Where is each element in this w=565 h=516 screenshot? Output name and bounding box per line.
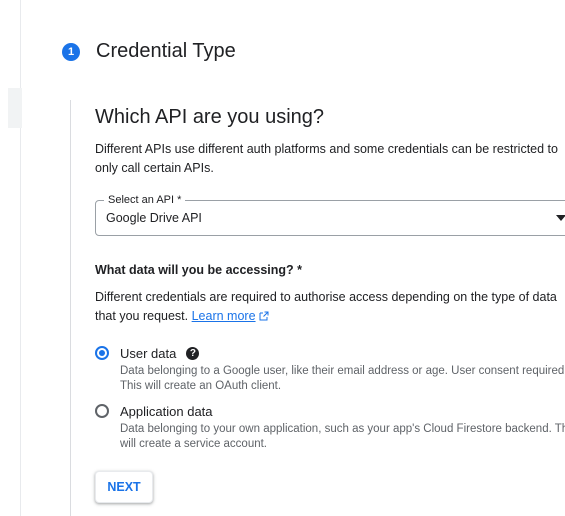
- learn-more-link[interactable]: Learn more: [192, 309, 269, 323]
- application-data-radio[interactable]: [95, 404, 109, 418]
- external-link-icon: [259, 311, 269, 321]
- data-type-radio-group: User data ? Data belonging to a Google u…: [95, 345, 565, 452]
- api-select-label: Select an API *: [104, 193, 186, 207]
- page: 1 Credential Type Which API are you usin…: [0, 0, 565, 516]
- application-data-label-row: Application data: [120, 403, 213, 420]
- step-number-badge: 1: [62, 42, 80, 61]
- left-rail: [0, 0, 22, 516]
- step-content: Which API are you using? Different APIs …: [95, 104, 565, 503]
- user-data-label-row: User data ?: [120, 345, 200, 362]
- application-data-help-text: Data belonging to your own application, …: [120, 423, 565, 450]
- user-data-label: User data: [120, 346, 177, 361]
- application-data-label: Application data: [120, 404, 213, 419]
- data-section-description: Different credentials are required to au…: [95, 288, 565, 326]
- api-section-description: Different APIs use different auth platfo…: [95, 142, 558, 175]
- radio-option-application-data[interactable]: Application data Data belonging to your …: [95, 403, 565, 452]
- learn-more-link-text: Learn more: [191, 309, 256, 323]
- user-data-radio[interactable]: [95, 346, 109, 360]
- step-title: Credential Type: [96, 40, 236, 62]
- left-rail-highlight: [8, 88, 22, 128]
- data-section-description-text: Different credentials are required to au…: [95, 290, 557, 323]
- api-select-value: Google Drive API: [106, 211, 202, 225]
- chevron-down-icon[interactable]: [556, 215, 565, 221]
- step-connector-line: [70, 100, 71, 516]
- api-select[interactable]: Select an API * Google Drive API: [95, 193, 565, 236]
- api-section-title: Which API are you using?: [95, 106, 325, 128]
- help-icon[interactable]: ?: [186, 347, 200, 360]
- step-header: 1 Credential Type: [62, 40, 236, 63]
- user-data-help-text: Data belonging to a Google user, like th…: [120, 365, 565, 392]
- next-button[interactable]: NEXT: [95, 471, 153, 503]
- radio-option-user-data[interactable]: User data ? Data belonging to a Google u…: [95, 345, 565, 394]
- data-section-title: What data will you be accessing? *: [95, 263, 302, 277]
